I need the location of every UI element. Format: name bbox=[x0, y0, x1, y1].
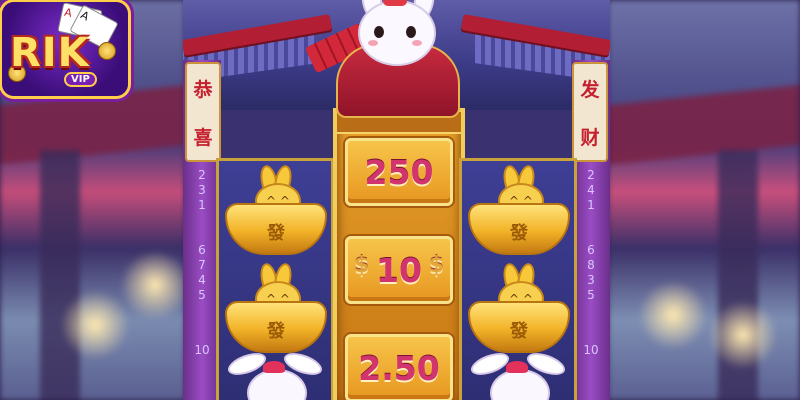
prize-value: 10 bbox=[376, 250, 422, 290]
mascot-eye bbox=[374, 26, 384, 38]
gold-ingot-rabbit-symbol: ^ ^ 發 bbox=[466, 261, 570, 355]
rik-vip-logo: A A RIK VIP bbox=[2, 2, 128, 96]
couplet-char: 恭 bbox=[193, 78, 213, 101]
ingot-mark: 發 bbox=[510, 321, 528, 342]
payline-number: 2 bbox=[587, 168, 595, 182]
background-roof bbox=[608, 83, 800, 167]
couplet-char: 喜 bbox=[193, 126, 213, 149]
background-right bbox=[608, 0, 800, 400]
payline-numbers-right: 2 4 1 6 8 3 5 10 bbox=[580, 168, 602, 358]
prize-value: 250 bbox=[364, 152, 434, 192]
payline-number: 7 bbox=[198, 258, 206, 272]
reel-right[interactable]: ^ ^ 發 ^ ^ 發 bbox=[459, 158, 577, 400]
gold-ingot-rabbit-symbol: ^ ^ 發 bbox=[466, 163, 570, 257]
mascot-eye bbox=[406, 26, 416, 38]
mascot-knot bbox=[383, 0, 407, 6]
slot-game-board[interactable]: 恭 喜 发 财 2 3 1 6 7 4 5 10 2 4 1 6 8 3 5 1… bbox=[183, 0, 610, 400]
logo-brand-text: RIK bbox=[10, 30, 90, 76]
payline-number: 4 bbox=[198, 273, 206, 287]
payline-number: 3 bbox=[198, 183, 206, 197]
payline-number: 6 bbox=[198, 243, 206, 257]
payline-number: 10 bbox=[583, 343, 599, 357]
background-roof bbox=[0, 84, 185, 166]
dollar-icon: $ bbox=[428, 253, 444, 278]
reel-left[interactable]: ^ ^ 發 ^ ^ 發 bbox=[216, 158, 334, 400]
ingot-mark: 發 bbox=[267, 321, 285, 342]
payline-number: 3 bbox=[587, 273, 595, 287]
gold-ingot-rabbit-symbol: ^ ^ 發 bbox=[223, 163, 327, 257]
rabbit-mascot bbox=[304, 0, 483, 118]
vip-badge: VIP bbox=[64, 72, 97, 87]
payline-number: 4 bbox=[587, 183, 595, 197]
payline-number: 1 bbox=[198, 198, 206, 212]
background-lantern-glow bbox=[708, 300, 778, 370]
prize-value: 2.50 bbox=[358, 348, 440, 388]
prize-tile: 2.50 bbox=[345, 334, 453, 400]
payline-number: 6 bbox=[587, 243, 595, 257]
mascot-head bbox=[358, 0, 436, 66]
left-couplet-banner: 恭 喜 bbox=[185, 62, 221, 162]
background-lantern-glow bbox=[638, 280, 708, 350]
payline-number: 5 bbox=[198, 288, 206, 302]
couplet-char: 发 bbox=[580, 78, 600, 101]
mascot-cheek bbox=[368, 40, 378, 46]
white-bunny-symbol bbox=[225, 348, 325, 400]
gold-ingot-rabbit-symbol: ^ ^ 發 bbox=[223, 261, 327, 355]
background-lantern-glow bbox=[60, 290, 130, 360]
prize-tile: 250 bbox=[345, 138, 453, 206]
reel-center-prizes[interactable]: 250 $ 10 $ 2.50 bbox=[333, 108, 465, 400]
couplet-char: 财 bbox=[580, 126, 600, 149]
ingot-mark: 發 bbox=[267, 223, 285, 244]
payline-number: 2 bbox=[198, 168, 206, 182]
payline-number: 8 bbox=[587, 258, 595, 272]
white-bunny-symbol bbox=[468, 348, 568, 400]
payline-numbers-left: 2 3 1 6 7 4 5 10 bbox=[191, 168, 213, 358]
payline-number: 10 bbox=[194, 343, 210, 357]
background-pillar bbox=[40, 150, 80, 400]
mascot-cheek bbox=[412, 40, 422, 46]
background-lantern-glow bbox=[120, 250, 185, 320]
coin-icon bbox=[98, 42, 116, 60]
prize-tile: $ 10 $ bbox=[345, 236, 453, 304]
right-couplet-banner: 发 财 bbox=[572, 62, 608, 162]
ingot-mark: 發 bbox=[510, 223, 528, 244]
payline-number: 5 bbox=[587, 288, 595, 302]
dollar-icon: $ bbox=[354, 253, 370, 278]
payline-number: 1 bbox=[587, 198, 595, 212]
